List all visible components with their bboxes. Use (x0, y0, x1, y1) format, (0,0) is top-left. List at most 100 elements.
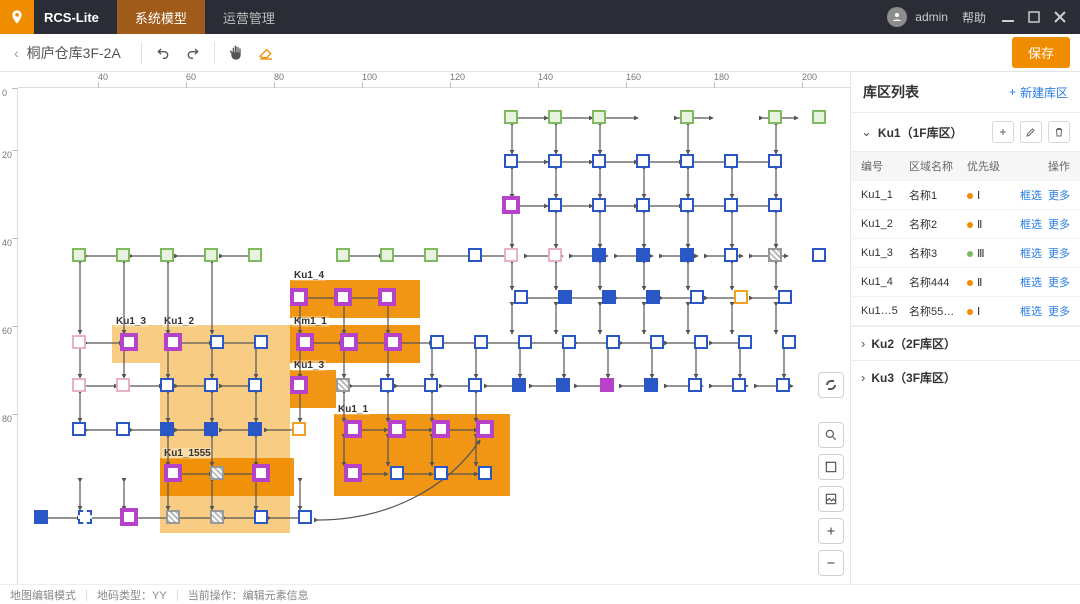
map-node[interactable] (636, 198, 650, 212)
map-node[interactable] (548, 154, 562, 168)
map-node[interactable] (650, 335, 664, 349)
map-node[interactable] (254, 466, 268, 480)
row-more-link[interactable]: 更多 (1048, 245, 1070, 261)
map-node[interactable] (292, 378, 306, 392)
map-node[interactable] (680, 154, 694, 168)
map-node[interactable] (380, 290, 394, 304)
map-node[interactable] (336, 290, 350, 304)
row-more-link[interactable]: 更多 (1048, 187, 1070, 203)
map-node[interactable] (504, 248, 518, 262)
map-node[interactable] (562, 335, 576, 349)
map-node[interactable] (292, 422, 306, 436)
pan-tool-button[interactable] (221, 38, 251, 68)
map-node[interactable] (160, 378, 174, 392)
map-node[interactable] (680, 198, 694, 212)
map-node[interactable] (646, 290, 660, 304)
window-minimize-icon[interactable] (1000, 9, 1016, 25)
map-node[interactable] (346, 422, 360, 436)
map-node[interactable] (768, 154, 782, 168)
table-row[interactable]: Ku1_4 名称444 Ⅱ 框选更多 (851, 268, 1080, 297)
map-node[interactable] (298, 335, 312, 349)
map-node[interactable] (434, 466, 448, 480)
map-node[interactable] (724, 248, 738, 262)
breadcrumb[interactable]: ‹ 桐庐仓库3F-2A (0, 43, 135, 63)
map-node[interactable] (390, 466, 404, 480)
map-node[interactable] (512, 378, 526, 392)
map-node[interactable] (600, 378, 614, 392)
map-node[interactable] (602, 290, 616, 304)
map-node[interactable] (474, 335, 488, 349)
map-node[interactable] (386, 335, 400, 349)
map-node[interactable] (592, 248, 606, 262)
map-node[interactable] (204, 248, 218, 262)
map-node[interactable] (776, 378, 790, 392)
table-row[interactable]: Ku1…5 名称55… Ⅰ 框选更多 (851, 297, 1080, 326)
map-node[interactable] (430, 335, 444, 349)
zone-section-ku3[interactable]: › Ku3（3F库区） (851, 360, 1080, 394)
map-node[interactable] (210, 335, 224, 349)
row-more-link[interactable]: 更多 (1048, 216, 1070, 232)
map-node[interactable] (548, 248, 562, 262)
map-node[interactable] (336, 248, 350, 262)
map-node[interactable] (768, 198, 782, 212)
section-edit-button[interactable] (1020, 121, 1042, 143)
tool-fit-icon[interactable] (818, 454, 844, 480)
canvas-area[interactable]: 40 60 80 100 120 140 160 180 200 0 20 40… (0, 72, 850, 584)
map-node[interactable] (390, 422, 404, 436)
map-node[interactable] (116, 378, 130, 392)
user-info[interactable]: admin (887, 7, 948, 27)
map-node[interactable] (644, 378, 658, 392)
map-node[interactable] (606, 335, 620, 349)
map-node[interactable] (204, 378, 218, 392)
map-node[interactable] (636, 248, 650, 262)
map-node[interactable] (688, 378, 702, 392)
row-more-link[interactable]: 更多 (1048, 303, 1070, 319)
map-node[interactable] (504, 110, 518, 124)
redo-button[interactable] (178, 38, 208, 68)
row-select-link[interactable]: 框选 (1020, 303, 1042, 319)
map-node[interactable] (78, 510, 92, 524)
map-node[interactable] (782, 335, 796, 349)
erase-tool-button[interactable] (251, 38, 281, 68)
map-node[interactable] (380, 378, 394, 392)
map-node[interactable] (346, 466, 360, 480)
map-node[interactable] (514, 290, 528, 304)
window-close-icon[interactable] (1052, 9, 1068, 25)
zone-section-ku2[interactable]: › Ku2（2F库区） (851, 326, 1080, 360)
tool-search-icon[interactable] (818, 422, 844, 448)
map-node[interactable] (72, 335, 86, 349)
tool-image-icon[interactable] (818, 486, 844, 512)
map-node[interactable] (690, 290, 704, 304)
section-add-button[interactable] (992, 121, 1014, 143)
tool-zoom-in-icon[interactable] (818, 518, 844, 544)
row-more-link[interactable]: 更多 (1048, 274, 1070, 290)
map-node[interactable] (724, 198, 738, 212)
map-node[interactable] (504, 154, 518, 168)
tool-zoom-out-icon[interactable] (818, 550, 844, 576)
map-node[interactable] (734, 290, 748, 304)
map-node[interactable] (592, 154, 606, 168)
map-node[interactable] (558, 290, 572, 304)
nav-tab-ops[interactable]: 运营管理 (205, 0, 293, 34)
window-maximize-icon[interactable] (1026, 9, 1042, 25)
map-node[interactable] (34, 510, 48, 524)
map-node[interactable] (768, 248, 782, 262)
map-node[interactable] (204, 422, 218, 436)
map-node[interactable] (72, 422, 86, 436)
zone-section-ku1[interactable]: ⌄ Ku1（1F库区） (851, 112, 1080, 151)
save-button[interactable]: 保存 (1012, 37, 1070, 68)
nav-tab-model[interactable]: 系统模型 (117, 0, 205, 34)
map-node[interactable] (116, 248, 130, 262)
map-canvas[interactable]: Ku1_3 Ku1_2 Ku1_4 Km1_1 Ku1_3 Ku1_1 Ku1_… (18, 88, 850, 584)
breadcrumb-back-icon[interactable]: ‹ (14, 45, 19, 61)
map-node[interactable] (122, 510, 136, 524)
map-node[interactable] (636, 154, 650, 168)
add-zone-button[interactable]: + 新建库区 (1009, 84, 1068, 101)
map-node[interactable] (592, 110, 606, 124)
undo-button[interactable] (148, 38, 178, 68)
table-row[interactable]: Ku1_3 名称3 Ⅲ 框选更多 (851, 239, 1080, 268)
map-node[interactable] (254, 335, 268, 349)
map-node[interactable] (592, 198, 606, 212)
map-node[interactable] (724, 154, 738, 168)
map-node[interactable] (160, 248, 174, 262)
